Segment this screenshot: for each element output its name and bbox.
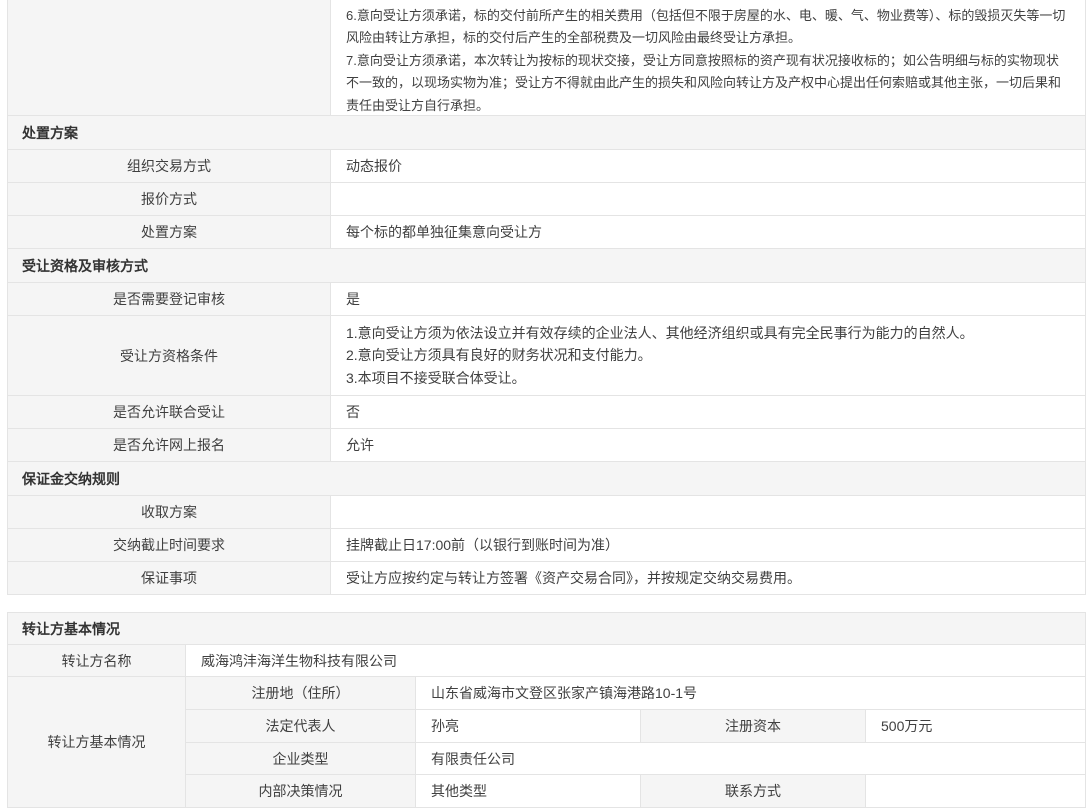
legal-representative-label: 法定代表人 [186, 710, 416, 742]
table-row: 处置方案 [8, 115, 1085, 149]
section-header-qualification: 受让资格及审核方式 [8, 249, 1085, 282]
transferor-details-group: 转让方基本情况 注册地（住所） 山东省威海市文登区张家产镇海港路10-1号 法定… [8, 676, 1085, 807]
table-row: 是否允许网上报名 允许 [8, 428, 1085, 461]
trade-method-value: 动态报价 [331, 150, 1085, 182]
company-type-value: 有限责任公司 [416, 743, 1085, 774]
listing-terms-table: 6.意向受让方须承诺，标的交付前所产生的相关费用（包括但不限于房屋的水、电、暖、… [7, 0, 1086, 595]
section-header-transferor-info: 转让方基本情况 [8, 613, 1085, 644]
commitments-label-cell [8, 0, 331, 115]
table-row: 注册地（住所） 山东省威海市文登区张家产镇海港路10-1号 [186, 677, 1085, 709]
registered-address-label: 注册地（住所） [186, 677, 416, 709]
internal-decision-value: 其他类型 [416, 775, 641, 807]
payment-deadline-value: 挂牌截止日17:00前（以银行到账时间为准） [331, 529, 1085, 561]
section-header-disposal-plan: 处置方案 [8, 116, 1085, 149]
registration-review-value: 是 [331, 283, 1085, 315]
online-signup-label: 是否允许网上报名 [8, 429, 331, 461]
registration-review-label: 是否需要登记审核 [8, 283, 331, 315]
legal-representative-value: 孙亮 [416, 710, 641, 742]
guarantee-items-label: 保证事项 [8, 562, 331, 594]
table-row: 法定代表人 孙亮 注册资本 500万元 [186, 709, 1085, 742]
table-row: 收取方案 [8, 495, 1085, 528]
table-row: 是否允许联合受让 否 [8, 395, 1085, 428]
disposal-plan-value: 每个标的都单独征集意向受让方 [331, 216, 1085, 248]
transfer-commitments-text: 6.意向受让方须承诺，标的交付前所产生的相关费用（包括但不限于房屋的水、电、暖、… [331, 0, 1085, 115]
transferor-name-label: 转让方名称 [8, 645, 186, 676]
company-type-label: 企业类型 [186, 743, 416, 774]
table-row: 保证金交纳规则 [8, 461, 1085, 495]
contact-label: 联系方式 [641, 775, 866, 807]
collection-plan-label: 收取方案 [8, 496, 331, 528]
table-row: 企业类型 有限责任公司 [186, 742, 1085, 774]
table-row: 转让方基本情况 [8, 613, 1085, 644]
registered-address-value: 山东省威海市文登区张家产镇海港路10-1号 [416, 677, 1085, 709]
registered-capital-value: 500万元 [866, 710, 1085, 742]
transferor-details-group-label: 转让方基本情况 [8, 677, 186, 807]
payment-deadline-label: 交纳截止时间要求 [8, 529, 331, 561]
disposal-plan-label: 处置方案 [8, 216, 331, 248]
collection-plan-value [331, 496, 1085, 528]
table-row: 转让方名称 威海鸿沣海洋生物科技有限公司 [8, 644, 1085, 676]
table-row: 保证事项 受让方应按约定与转让方签署《资产交易合同》，并按规定交纳交易费用。 [8, 561, 1085, 594]
table-row: 内部决策情况 其他类型 联系方式 [186, 774, 1085, 807]
table-row: 是否需要登记审核 是 [8, 282, 1085, 315]
table-row: 处置方案 每个标的都单独征集意向受让方 [8, 215, 1085, 248]
contact-value [866, 775, 1085, 807]
table-row: 报价方式 [8, 182, 1085, 215]
trade-method-label: 组织交易方式 [8, 150, 331, 182]
table-row: 组织交易方式 动态报价 [8, 149, 1085, 182]
transferor-name-value: 威海鸿沣海洋生物科技有限公司 [186, 645, 1085, 676]
guarantee-items-value: 受让方应按约定与转让方签署《资产交易合同》，并按规定交纳交易费用。 [331, 562, 1085, 594]
joint-transfer-label: 是否允许联合受让 [8, 396, 331, 428]
table-row: 6.意向受让方须承诺，标的交付前所产生的相关费用（包括但不限于房屋的水、电、暖、… [8, 0, 1085, 115]
qualification-conditions-value: 1.意向受让方须为依法设立并有效存续的企业法人、其他经济组织或具有完全民事行为能… [331, 316, 1085, 395]
table-row: 受让方资格条件 1.意向受让方须为依法设立并有效存续的企业法人、其他经济组织或具… [8, 315, 1085, 395]
joint-transfer-value: 否 [331, 396, 1085, 428]
quote-method-label: 报价方式 [8, 183, 331, 215]
section-header-deposit-rules: 保证金交纳规则 [8, 462, 1085, 495]
internal-decision-label: 内部决策情况 [186, 775, 416, 807]
table-row: 受让资格及审核方式 [8, 248, 1085, 282]
registered-capital-label: 注册资本 [641, 710, 866, 742]
quote-method-value [331, 183, 1085, 215]
qualification-conditions-label: 受让方资格条件 [8, 316, 331, 395]
online-signup-value: 允许 [331, 429, 1085, 461]
table-row: 交纳截止时间要求 挂牌截止日17:00前（以银行到账时间为准） [8, 528, 1085, 561]
transferor-info-table: 转让方基本情况 转让方名称 威海鸿沣海洋生物科技有限公司 转让方基本情况 注册地… [7, 612, 1086, 808]
